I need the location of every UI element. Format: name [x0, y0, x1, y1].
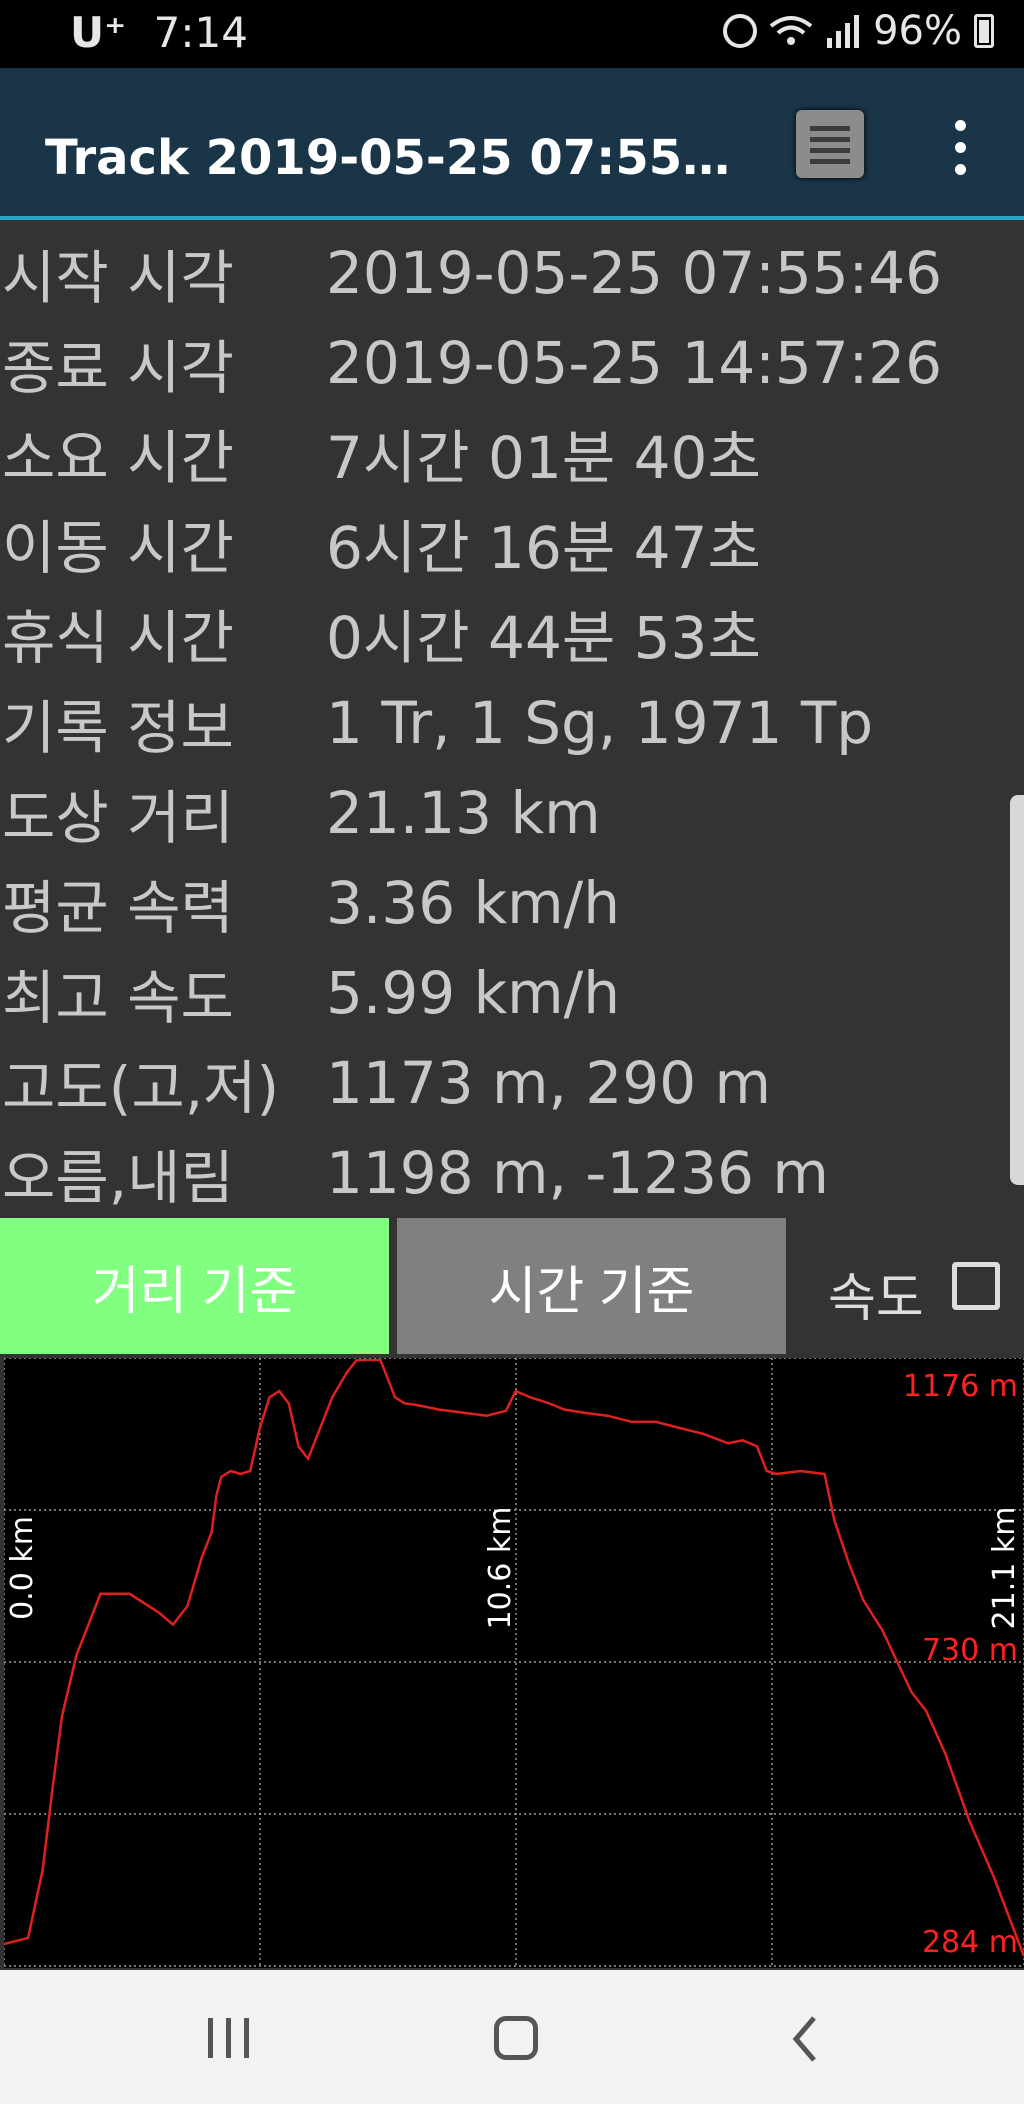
wifi-icon — [769, 16, 813, 45]
info-row-max-speed: 최고 속도 5.99 km/h — [0, 948, 1010, 1038]
carrier-label: U⁺ — [70, 8, 127, 57]
info-value: 2019-05-25 14:57:26 — [326, 329, 942, 397]
status-left: U⁺ 7:14 — [70, 8, 248, 57]
info-row-map-distance: 도상 거리 21.13 km — [0, 768, 1010, 858]
info-value: 2019-05-25 07:55:46 — [326, 239, 942, 307]
y-tick-label: 284 m — [922, 1925, 1018, 1960]
distance-basis-button[interactable]: 거리 기준 — [0, 1218, 389, 1354]
info-value: 1173 m, 290 m — [326, 1049, 772, 1117]
info-label: 휴식 시간 — [2, 604, 234, 672]
x-tick-label: 0.0 km — [5, 1516, 40, 1620]
status-bar: U⁺ 7:14 96% — [0, 0, 1024, 68]
battery-percent: 96% — [873, 8, 962, 54]
info-row-duration: 소요 시간 7시간 01분 40초 — [0, 408, 1010, 498]
info-value: 5.99 km/h — [326, 959, 620, 1027]
info-value: 6시간 16분 47초 — [326, 514, 761, 582]
back-icon[interactable] — [786, 2014, 826, 2064]
x-tick-label: 10.6 km — [483, 1507, 518, 1630]
time-basis-button[interactable]: 시간 기준 — [397, 1218, 786, 1354]
info-label: 도상 거리 — [2, 784, 234, 852]
info-value: 1 Tr, 1 Sg, 1971 Tp — [326, 689, 874, 757]
elevation-chart-svg: 0.0 km 10.6 km 21.1 km 1176 m 730 m 284 m — [4, 1358, 1024, 1968]
chart-mode-toggle: 거리 기준 시간 기준 속도 — [0, 1218, 1024, 1354]
info-row-moving-time: 이동 시간 6시간 16분 47초 — [0, 498, 1010, 588]
more-vertical-icon[interactable] — [940, 120, 980, 176]
info-label: 종료 시각 — [2, 334, 234, 402]
info-row-rest-time: 휴식 시간 0시간 44분 53초 — [0, 588, 1010, 678]
info-row-record-info: 기록 정보 1 Tr, 1 Sg, 1971 Tp — [0, 678, 1010, 768]
info-value: 7시간 01분 40초 — [326, 424, 761, 492]
speed-checkbox[interactable] — [952, 1262, 1000, 1310]
track-title: Track 2019-05-25 07:55간… — [45, 130, 755, 186]
elevation-line — [4, 1358, 1024, 1957]
info-label: 오름,내림 — [2, 1144, 234, 1212]
info-value: 1198 m, -1236 m — [326, 1139, 829, 1207]
battery-icon — [974, 14, 994, 48]
alarm-icon — [723, 14, 758, 48]
nav-bar — [0, 1970, 1024, 2104]
chart-grid — [4, 1358, 1024, 1968]
info-label: 이동 시간 — [2, 514, 234, 582]
info-row-average-speed: 평균 속력 3.36 km/h — [0, 858, 1010, 948]
list-icon[interactable] — [796, 110, 864, 178]
info-label: 최고 속도 — [2, 964, 234, 1032]
info-value: 3.36 km/h — [326, 869, 620, 937]
y-tick-labels: 1176 m 730 m 284 m — [903, 1369, 1018, 1960]
status-right: 96% — [723, 8, 994, 54]
info-value: 21.13 km — [326, 779, 601, 847]
info-label: 고도(고,저) — [2, 1054, 280, 1122]
y-tick-label: 1176 m — [903, 1369, 1018, 1404]
x-tick-label: 21.1 km — [987, 1507, 1022, 1630]
y-tick-label: 730 m — [922, 1633, 1018, 1668]
info-label: 소요 시간 — [2, 424, 234, 492]
info-row-altitude: 고도(고,저) 1173 m, 290 m — [0, 1038, 1010, 1128]
clock: 7:14 — [153, 8, 248, 57]
elevation-chart[interactable]: 0.0 km 10.6 km 21.1 km 1176 m 730 m 284 m — [4, 1358, 1024, 1968]
signal-icon — [827, 15, 860, 48]
recents-icon[interactable] — [208, 2018, 252, 2058]
speed-label: 속도 — [828, 1269, 924, 1329]
info-row-end-time: 종료 시각 2019-05-25 14:57:26 — [0, 318, 1010, 408]
info-row-ascent-descent: 오름,내림 1198 m, -1236 m — [0, 1128, 1010, 1218]
scrollbar-thumb[interactable] — [1010, 795, 1024, 1185]
track-info-list: 시작 시각 2019-05-25 07:55:46 종료 시각 2019-05-… — [0, 228, 1010, 1218]
info-label: 기록 정보 — [2, 694, 234, 762]
info-row-start-time: 시작 시각 2019-05-25 07:55:46 — [0, 228, 1010, 318]
app-bar: Track 2019-05-25 07:55간… — [0, 68, 1024, 220]
info-value: 0시간 44분 53초 — [326, 604, 761, 672]
info-label: 평균 속력 — [2, 874, 234, 942]
info-label: 시작 시각 — [2, 244, 234, 312]
home-icon[interactable] — [494, 2016, 538, 2060]
